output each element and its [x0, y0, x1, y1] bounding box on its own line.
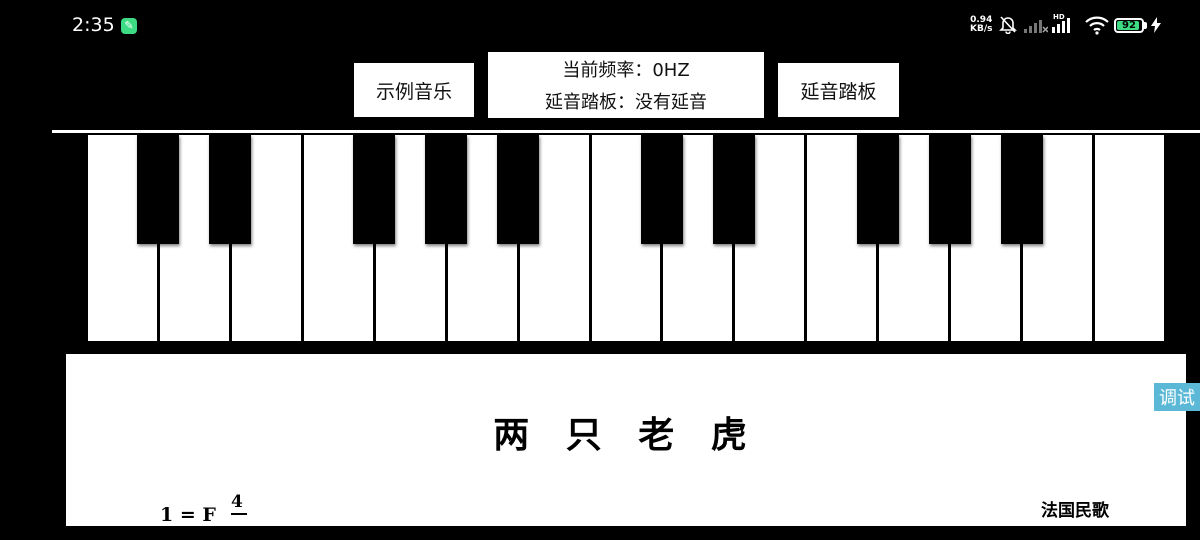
black-key[interactable] [928, 135, 971, 244]
status-bar: 2:35 ✎ 0.94 KB/s HD 92 [0, 0, 1200, 52]
sustain-pedal-button[interactable]: 延音踏板 [778, 63, 899, 117]
black-key[interactable] [425, 135, 468, 244]
piano-keyboard [88, 135, 1167, 341]
black-key[interactable] [712, 135, 755, 244]
network-speed-unit: KB/s [970, 24, 993, 34]
fraction-bar [231, 513, 247, 515]
black-key[interactable] [497, 135, 540, 244]
composer: 法国民歌 [1041, 501, 1109, 521]
lightning-icon [1151, 17, 1161, 33]
battery-cap [1144, 22, 1147, 29]
time-signature: 4 [231, 492, 247, 515]
network-speed: 0.94 KB/s [970, 16, 992, 34]
black-key[interactable] [209, 135, 252, 244]
white-key[interactable] [1095, 135, 1164, 341]
battery-level: 92 [1122, 20, 1136, 31]
pedal-status: 延音踏板：没有延音 [545, 92, 707, 113]
black-key[interactable] [856, 135, 899, 244]
black-key[interactable] [137, 135, 180, 244]
debug-button[interactable]: 调试 [1154, 383, 1200, 411]
clock: 2:35 [72, 14, 115, 36]
black-key[interactable] [1000, 135, 1043, 244]
time-signature-top: 4 [231, 492, 243, 512]
key-signature: 1 = F [160, 504, 216, 526]
song-title: 两 只 老 虎 [493, 414, 759, 456]
keyboard-top-line [52, 130, 1200, 133]
bell-muted-icon [999, 16, 1017, 34]
wifi-icon [1085, 16, 1109, 35]
sheet-music: 两 只 老 虎 1 = F 4 法国民歌 [66, 354, 1186, 526]
wrench-icon: ✎ [121, 18, 137, 34]
signal-icon-sim1 [1024, 20, 1048, 33]
battery-icon: 92 [1114, 18, 1144, 33]
current-frequency: 当前频率：0HZ [562, 60, 690, 81]
info-panel: 当前频率：0HZ 延音踏板：没有延音 [488, 52, 764, 118]
sample-music-button[interactable]: 示例音乐 [354, 63, 474, 117]
black-key[interactable] [353, 135, 396, 244]
black-key[interactable] [640, 135, 683, 244]
signal-icon-sim2 [1052, 18, 1070, 33]
